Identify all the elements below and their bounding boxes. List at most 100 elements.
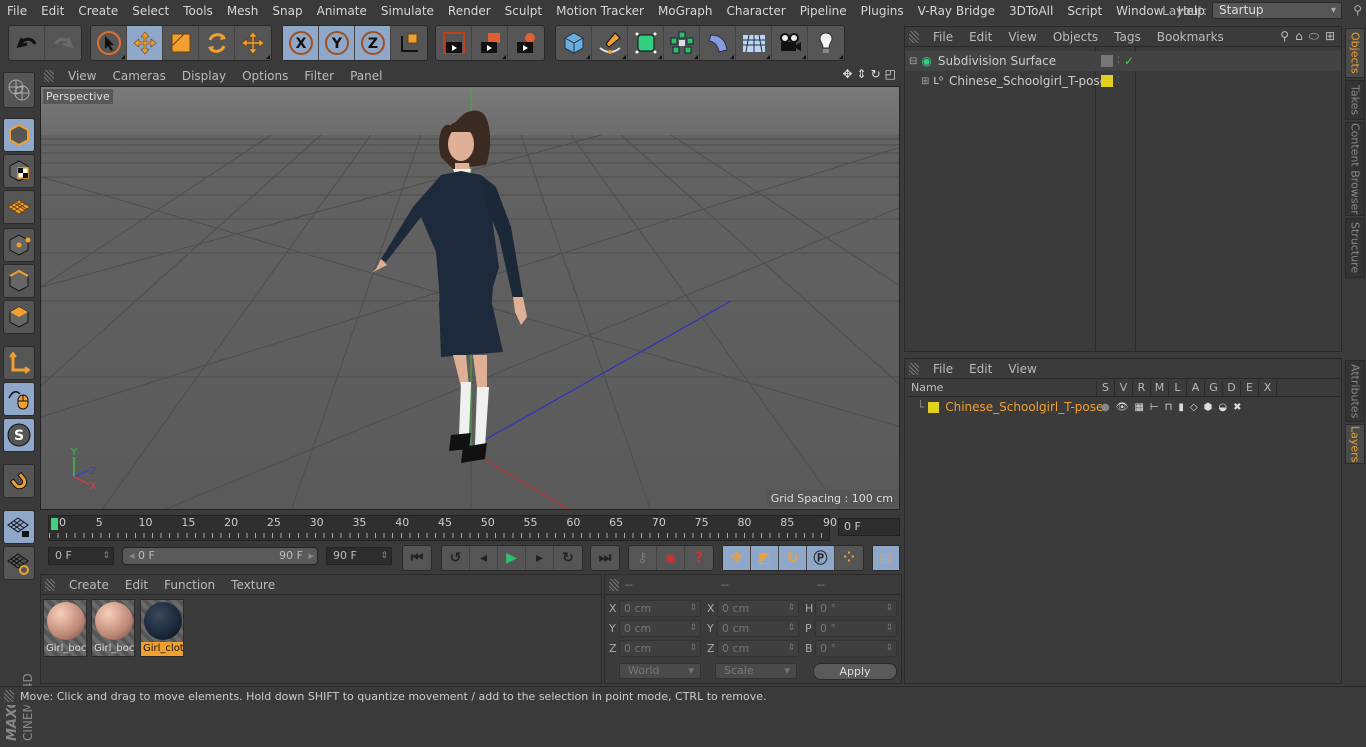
playhead[interactable] — [51, 518, 58, 530]
visibility-dots-icon[interactable]: ⁚ — [1117, 76, 1120, 86]
column-view[interactable]: V — [1115, 381, 1133, 396]
key-parameter-button[interactable]: Ⓟ — [807, 546, 835, 570]
grip-handle[interactable] — [609, 578, 619, 591]
material-item[interactable]: Girl_boc — [91, 599, 135, 657]
menu-sculpt[interactable]: Sculpt — [498, 4, 549, 18]
snap-button[interactable] — [3, 464, 35, 498]
collapse-icon[interactable]: ⊟ — [909, 56, 917, 67]
range-slider[interactable]: ◂ 0 F 90 F ▸ — [122, 547, 318, 565]
render-settings-button[interactable] — [508, 26, 544, 60]
key-rotation-button[interactable]: ↻ — [779, 546, 807, 570]
goto-start-button[interactable]: ⏮ — [403, 546, 431, 570]
layer-row[interactable]: └ Chinese_Schoolgirl_T-pose ● 👁 ▦ ⊢ ⊓ ▮ … — [905, 398, 1341, 416]
grip-handle[interactable] — [45, 578, 55, 591]
new-window-icon[interactable]: ⊞ — [1325, 29, 1335, 44]
model-mode-button[interactable] — [3, 118, 35, 152]
menu-3dtoall[interactable]: 3DToAll — [1002, 4, 1060, 18]
generator-icon[interactable]: ◇ — [1190, 402, 1198, 413]
menu-file[interactable]: File — [0, 4, 34, 18]
record-key-button[interactable]: ⚷ — [629, 546, 657, 570]
menu-plugins[interactable]: Plugins — [854, 4, 911, 18]
pan-icon[interactable]: ✥ — [842, 67, 852, 81]
timeline-ruler[interactable]: 0 5 10 15 20 25 30 35 40 45 50 55 60 65 70 75 80 85 90 — [48, 515, 837, 541]
menu-render[interactable]: Render — [441, 4, 498, 18]
redo-button[interactable] — [45, 26, 81, 60]
menu-tools[interactable]: Tools — [176, 4, 220, 18]
size-mode-dropdown[interactable]: Scale ▾ — [715, 663, 797, 679]
timeline-window-button[interactable]: ▤ — [873, 546, 899, 570]
material-menu-function[interactable]: Function — [156, 578, 223, 592]
tab-objects[interactable]: Objects — [1345, 28, 1365, 78]
layer-color-icon[interactable] — [1101, 75, 1113, 87]
menu-mograph[interactable]: MoGraph — [651, 4, 720, 18]
pen-button[interactable] — [592, 26, 628, 60]
workplane-align-button[interactable] — [3, 546, 35, 580]
tab-content-browser[interactable]: Content Browser — [1345, 122, 1365, 216]
z-axis-lock-button[interactable]: Z — [355, 26, 391, 60]
menu-animate[interactable]: Animate — [310, 4, 374, 18]
menu-motion-tracker[interactable]: Motion Tracker — [549, 4, 651, 18]
viewport-menu-display[interactable]: Display — [174, 69, 234, 83]
menu-pipeline[interactable]: Pipeline — [793, 4, 854, 18]
menu-character[interactable]: Character — [719, 4, 792, 18]
layer-menu-file[interactable]: File — [925, 362, 961, 376]
live-selection-button[interactable] — [91, 26, 127, 60]
orbit-icon[interactable]: ↻ — [871, 67, 881, 81]
keyframe-selection-button[interactable]: ? — [685, 546, 713, 570]
layer-menu-view[interactable]: View — [1000, 362, 1044, 376]
object-menu-view[interactable]: View — [1000, 30, 1044, 44]
home-icon[interactable]: ⌂ — [1295, 29, 1303, 44]
viewport-menu-cameras[interactable]: Cameras — [104, 69, 173, 83]
maximize-view-icon[interactable]: ◰ — [885, 67, 896, 81]
coordinate-system-button[interactable] — [391, 26, 427, 60]
range-left-arrow[interactable]: ◂ — [129, 549, 135, 562]
material-menu-texture[interactable]: Texture — [223, 578, 283, 592]
search-icon[interactable]: ⚲ — [1353, 3, 1362, 17]
object-menu-file[interactable]: File — [925, 30, 961, 44]
deformer-button[interactable] — [700, 26, 736, 60]
tab-structure[interactable]: Structure — [1345, 218, 1365, 278]
menu-mesh[interactable]: Mesh — [220, 4, 266, 18]
column-name[interactable]: Name — [907, 381, 1097, 396]
menu-simulate[interactable]: Simulate — [374, 4, 441, 18]
workplane-mode-button[interactable] — [3, 190, 35, 224]
column-manager[interactable]: M — [1151, 381, 1169, 396]
rotation-h-field[interactable]: 0 ° — [815, 599, 897, 617]
column-deformers[interactable]: D — [1223, 381, 1241, 396]
perspective-viewport[interactable]: Y Z X Perspective Grid Spacing : 100 cm — [40, 86, 900, 510]
object-row[interactable]: ⊟ ◉ Subdivision Surface ⁚ ✓ — [905, 51, 1341, 71]
apply-button[interactable]: Apply — [813, 663, 897, 680]
rotate-button[interactable] — [199, 26, 235, 60]
animation-icon[interactable]: ▮ — [1178, 402, 1184, 413]
tab-takes[interactable]: Takes — [1345, 80, 1365, 120]
camera-label[interactable]: Perspective — [43, 89, 113, 104]
column-xrefs[interactable]: X — [1259, 381, 1277, 396]
current-frame-field[interactable]: 0 F — [838, 518, 900, 536]
material-item[interactable]: Girl_boc — [43, 599, 87, 657]
end-frame-field[interactable]: 90 F ⇕ — [326, 547, 392, 565]
viewport-menu-options[interactable]: Options — [234, 69, 296, 83]
tab-attributes[interactable]: Attributes — [1345, 360, 1365, 422]
object-menu-edit[interactable]: Edit — [961, 30, 1000, 44]
grip-handle[interactable] — [44, 69, 54, 82]
edges-mode-button[interactable] — [3, 264, 35, 298]
make-editable-button[interactable] — [3, 72, 35, 108]
object-menu-bookmarks[interactable]: Bookmarks — [1149, 30, 1232, 44]
position-y-field[interactable]: 0 cm — [619, 619, 701, 637]
rotation-p-field[interactable]: 0 ° — [815, 619, 897, 637]
render-view-button[interactable] — [436, 26, 472, 60]
menu-script[interactable]: Script — [1060, 4, 1109, 18]
render-clapper-icon[interactable]: ▦ — [1134, 402, 1143, 413]
column-animation[interactable]: A — [1187, 381, 1205, 396]
light-button[interactable] — [808, 26, 844, 60]
material-item[interactable]: Girl_clot — [140, 599, 184, 657]
search-icon[interactable]: ⚲ — [1280, 29, 1289, 44]
rotation-b-field[interactable]: 0 ° — [815, 639, 897, 657]
column-generators[interactable]: G — [1205, 381, 1223, 396]
coordinate-mode-dropdown[interactable]: World ▾ — [619, 663, 701, 679]
viewport-menu-filter[interactable]: Filter — [296, 69, 342, 83]
menu-select[interactable]: Select — [125, 4, 176, 18]
size-x-field[interactable]: 0 cm — [717, 599, 799, 617]
layer-menu-edit[interactable]: Edit — [961, 362, 1000, 376]
prev-key-button[interactable]: ↺ — [442, 546, 470, 570]
